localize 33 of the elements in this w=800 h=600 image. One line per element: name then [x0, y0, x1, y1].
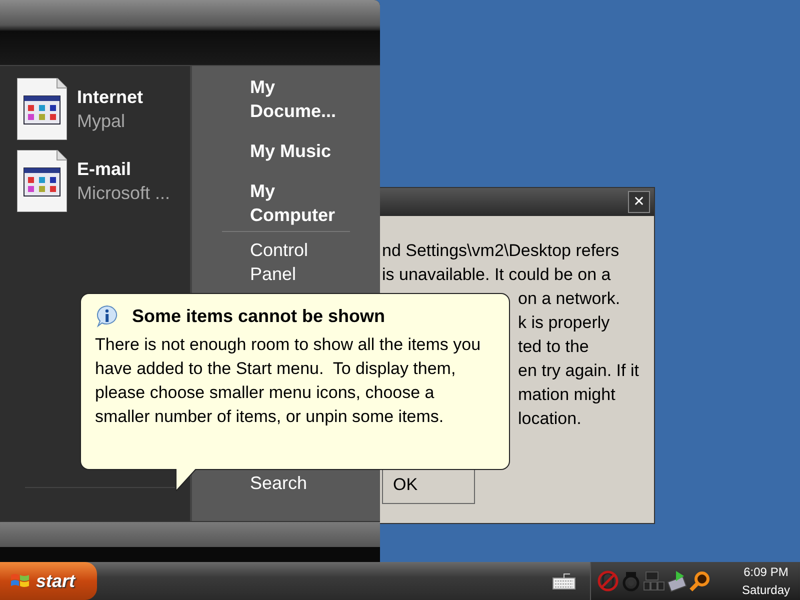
clock-day: Saturday	[742, 581, 790, 599]
message-line: en try again. If it	[518, 360, 639, 382]
program-window-icon	[17, 150, 67, 212]
item-title: Internet	[77, 86, 144, 109]
message-line: nd Settings\vm2\Desktop refers	[382, 240, 620, 262]
info-icon	[95, 304, 119, 328]
item-title: E-mail	[77, 158, 132, 181]
balloon-message: There is not enough room to show all the items you have added to the Start menu. To display them, please choose smaller menu icons, choose a smaller number of items, or unpin some items.	[95, 334, 482, 428]
pinned-item[interactable]: Internet Mypal	[17, 78, 190, 140]
balloon-title: Some items cannot be shown	[132, 306, 386, 326]
magnifier-icon[interactable]	[689, 570, 711, 592]
program-window-icon	[17, 78, 67, 140]
menu-item[interactable]: Search	[250, 471, 350, 495]
windows-flag-icon	[10, 572, 30, 590]
menu-item[interactable]: My Computer	[250, 179, 350, 227]
pinned-item[interactable]: E-mail Microsoft ...	[17, 150, 190, 212]
close-button[interactable]: ✕	[628, 191, 650, 213]
safely-remove-icon[interactable]	[666, 570, 688, 592]
message-line: ted to the	[518, 336, 589, 358]
message-line: on a network.	[518, 288, 620, 310]
menu-item[interactable]: Control Panel	[250, 238, 350, 286]
message-line: is unavailable. It could be on a	[382, 264, 611, 286]
start-button[interactable]: start	[0, 562, 97, 600]
item-subtitle: Microsoft ...	[77, 182, 170, 205]
clock-time: 6:09 PM	[744, 564, 788, 581]
message-line: k is properly	[518, 312, 610, 334]
item-subtitle: Mypal	[77, 110, 126, 133]
menu-item[interactable]: My Music	[250, 139, 350, 163]
no-mouse-icon[interactable]	[597, 570, 619, 592]
message-line: mation might	[518, 384, 616, 406]
keyboard-icon[interactable]	[552, 572, 576, 590]
message-line: location.	[518, 408, 582, 430]
menu-item[interactable]: My Docume...	[250, 75, 350, 123]
